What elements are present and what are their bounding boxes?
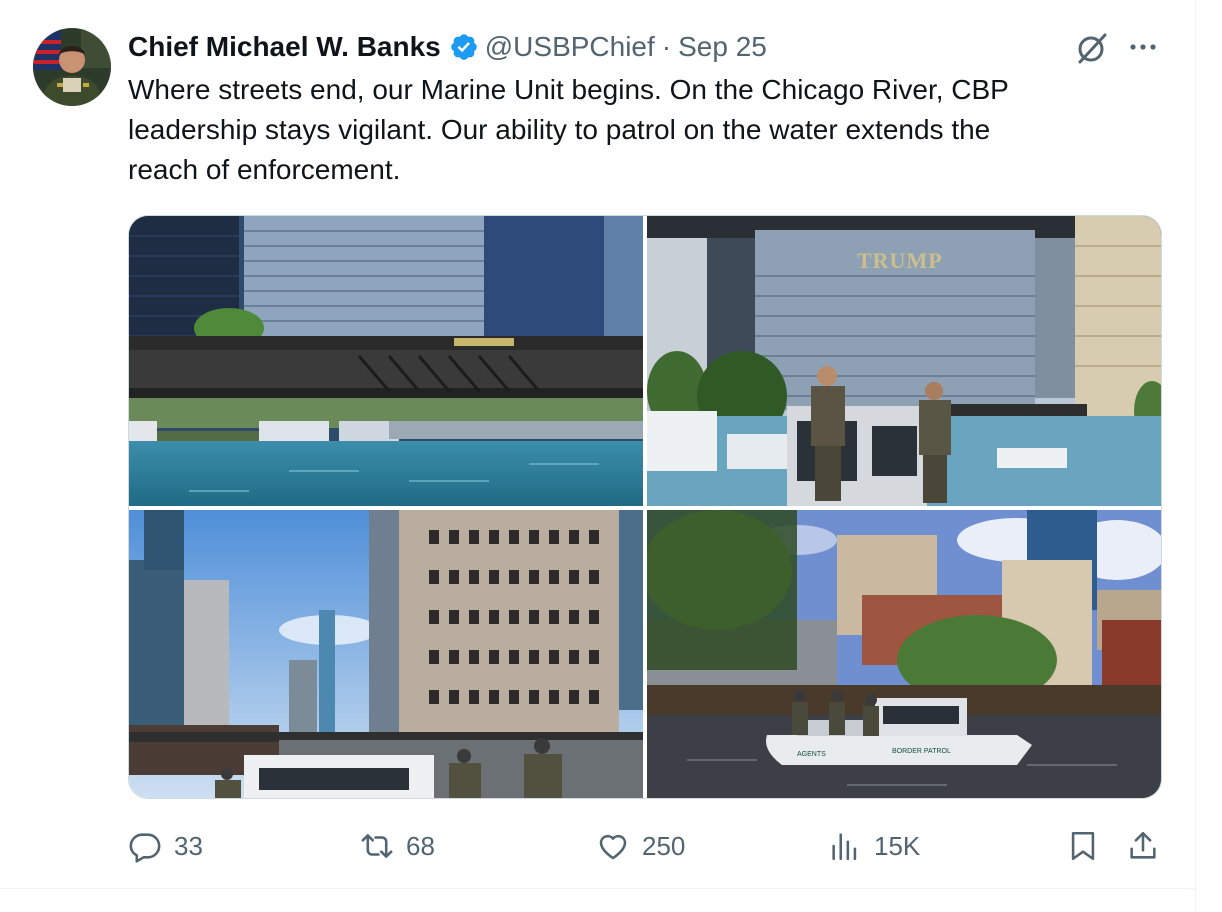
boat-agents-text: AGENTS bbox=[797, 751, 826, 758]
photo-agents-boat-trump-tower[interactable]: TRUMP bbox=[647, 216, 1161, 506]
like-button[interactable]: 250 bbox=[596, 822, 685, 870]
share-icon bbox=[1130, 831, 1156, 859]
photo-skyline-boat[interactable] bbox=[129, 510, 643, 798]
reply-button[interactable]: 33 bbox=[128, 822, 203, 870]
bookmark-button[interactable] bbox=[1066, 822, 1100, 870]
photo-river-bridge[interactable] bbox=[129, 216, 643, 506]
repost-button[interactable]: 68 bbox=[360, 822, 435, 870]
tweet-text: Where streets end, our Marine Unit begin… bbox=[128, 70, 1138, 190]
bookmark-icon bbox=[1071, 831, 1095, 861]
tweet-text-line-1: Where streets end, our Marine Unit begin… bbox=[128, 74, 1009, 105]
media-grid: TRUMP AGENTS BORDER PATROL bbox=[128, 215, 1162, 799]
boat-border-patrol-text: BORDER PATROL bbox=[892, 748, 951, 755]
tweet-divider bbox=[0, 888, 1195, 889]
views-icon bbox=[832, 833, 857, 861]
tweet-actions: 33 68 250 15K bbox=[128, 822, 1164, 870]
photo-patrol-boat[interactable]: AGENTS BORDER PATROL bbox=[647, 510, 1161, 798]
author-handle[interactable]: @USBPChief bbox=[485, 31, 655, 63]
reply-count: 33 bbox=[174, 830, 203, 861]
views-button[interactable]: 15K bbox=[828, 822, 920, 870]
like-count: 250 bbox=[642, 830, 686, 861]
tweet-text-line-3: reach of enforcement. bbox=[128, 154, 401, 185]
trump-building-sign: TRUMP bbox=[857, 248, 943, 273]
views-count: 15K bbox=[874, 830, 921, 861]
tweet-header: Chief Michael W. Banks @USBPChief · Sep … bbox=[128, 28, 767, 66]
header-separator: · bbox=[661, 31, 672, 62]
tweet-date[interactable]: Sep 25 bbox=[678, 31, 767, 63]
tweet-text-line-2: leadership stays vigilant. Our ability t… bbox=[128, 114, 991, 145]
share-button[interactable] bbox=[1126, 822, 1160, 870]
reply-icon bbox=[129, 833, 161, 863]
verified-badge-icon bbox=[449, 32, 479, 62]
grok-icon[interactable] bbox=[1074, 30, 1110, 66]
repost-count: 68 bbox=[406, 830, 435, 861]
repost-icon bbox=[361, 834, 393, 858]
author-name[interactable]: Chief Michael W. Banks bbox=[128, 31, 441, 63]
like-icon bbox=[599, 834, 627, 860]
more-icon[interactable] bbox=[1126, 34, 1160, 60]
timeline-right-border bbox=[1195, 0, 1196, 912]
avatar[interactable] bbox=[33, 28, 111, 106]
